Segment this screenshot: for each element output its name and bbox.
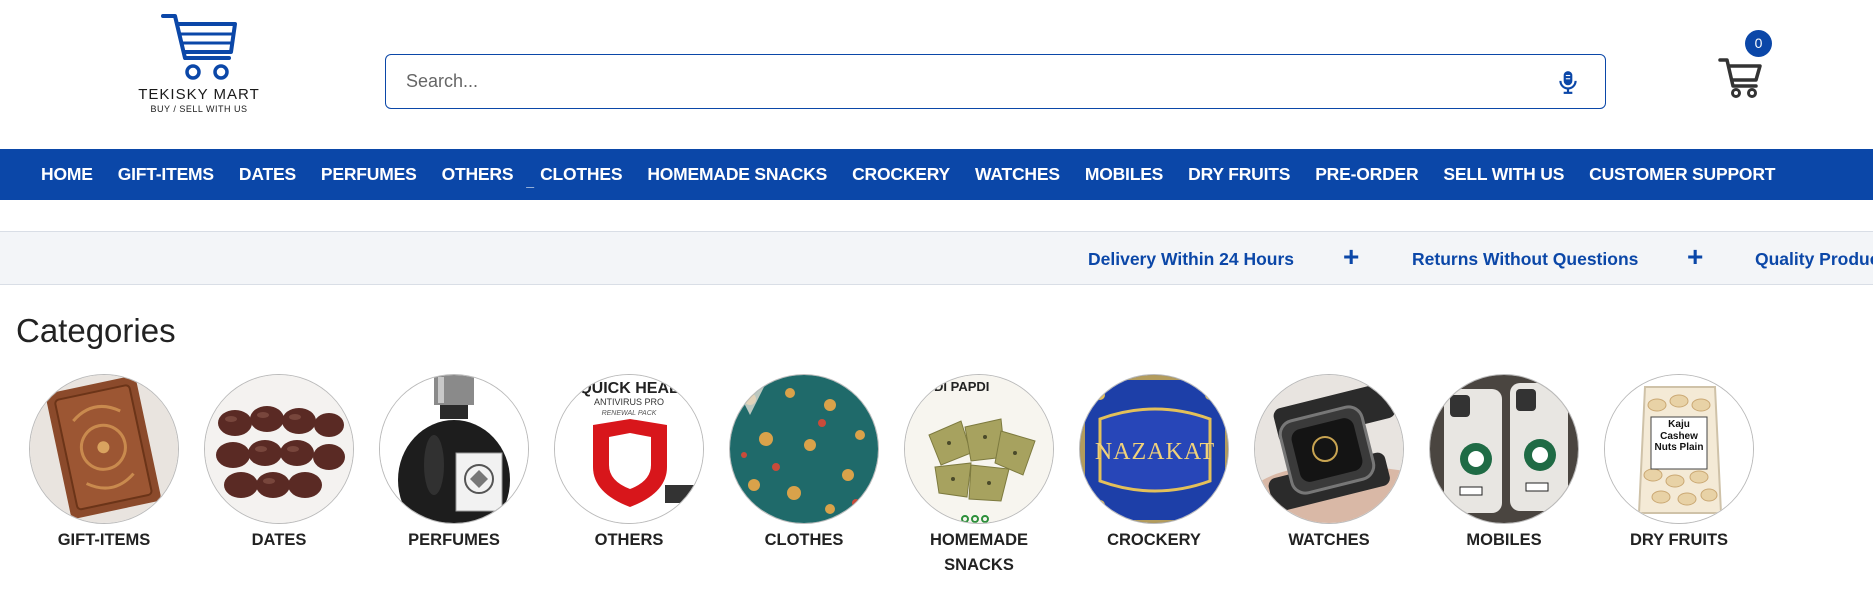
category-label: GIFT-ITEMS xyxy=(57,531,151,549)
category-dates[interactable]: DATES xyxy=(204,374,354,553)
category-label: PERFUMES xyxy=(408,531,500,549)
category-image[interactable] xyxy=(1254,374,1404,524)
logo-tagline: BUY / SELL WITH US xyxy=(150,104,248,114)
category-mobiles[interactable]: MOBILES xyxy=(1429,374,1579,553)
site-logo[interactable]: TEKISKY MART BUY / SELL WITH US xyxy=(128,12,270,120)
category-label: MOBILES xyxy=(1466,531,1542,549)
category-label: DRY FRUITS xyxy=(1629,531,1729,549)
category-image[interactable]: Kaju Cashew Nuts Plain xyxy=(1604,374,1754,524)
category-crockery[interactable]: NAZAKAT CROCKERY xyxy=(1079,374,1229,553)
nav-item-dates[interactable]: DATES xyxy=(239,164,296,185)
image-text: ANTIVIRUS PRO xyxy=(594,397,664,407)
image-text: QUICK HEAL xyxy=(579,380,679,397)
cart-logo-icon xyxy=(161,14,237,80)
nav-item-others[interactable]: OTHERS xyxy=(442,164,514,185)
main-nav: HOME GIFT-ITEMS DATES PERFUMES OTHERS _ … xyxy=(0,149,1873,200)
category-clothes[interactable]: CLOTHES xyxy=(729,374,879,553)
category-image[interactable] xyxy=(729,374,879,524)
nav-item-homemade-snacks[interactable]: HOMEMADE SNACKS xyxy=(647,164,827,185)
image-text: NDI PAPDI xyxy=(925,379,990,394)
nav-dropdown-marker[interactable]: _ xyxy=(526,173,534,189)
nav-item-perfumes[interactable]: PERFUMES xyxy=(321,164,417,185)
category-label: HOMEMADE SNACKS xyxy=(929,531,1029,574)
cart-icon[interactable] xyxy=(1718,56,1762,98)
category-dry-fruits[interactable]: Kaju Cashew Nuts Plain DRY FRUITS xyxy=(1604,374,1754,553)
category-label: OTHERS xyxy=(594,531,664,549)
nav-item-crockery[interactable]: CROCKERY xyxy=(852,164,950,185)
feature-delivery: Delivery Within 24 Hours xyxy=(1088,249,1295,269)
feature-returns: Returns Without Questions xyxy=(1412,249,1639,269)
category-image[interactable] xyxy=(204,374,354,524)
features-strip: Delivery Within 24 Hours + Returns Witho… xyxy=(0,231,1873,285)
category-image[interactable] xyxy=(29,374,179,524)
logo-brand: TEKISKY MART xyxy=(138,86,260,103)
category-label: CLOTHES xyxy=(764,531,844,549)
nav-item-watches[interactable]: WATCHES xyxy=(975,164,1060,185)
nav-item-gift-items[interactable]: GIFT-ITEMS xyxy=(118,164,214,185)
nav-item-customer-support[interactable]: CUSTOMER SUPPORT xyxy=(1589,164,1775,185)
site-header: TEKISKY MART BUY / SELL WITH US 0 xyxy=(0,0,1873,149)
cart-count-badge: 0 xyxy=(1745,30,1772,57)
microphone-icon[interactable] xyxy=(1555,69,1581,95)
feature-quality: Quality Produc xyxy=(1755,249,1873,269)
category-perfumes[interactable]: PERFUMES xyxy=(379,374,529,553)
nav-item-dry-fruits[interactable]: DRY FRUITS xyxy=(1188,164,1290,185)
categories-heading: Categories xyxy=(16,312,176,349)
category-label: WATCHES xyxy=(1288,531,1370,549)
category-gift-items[interactable]: GIFT-ITEMS xyxy=(29,374,179,553)
category-image[interactable] xyxy=(379,374,529,524)
category-image[interactable] xyxy=(1429,374,1579,524)
search-box xyxy=(385,54,1606,109)
nav-item-pre-order[interactable]: PRE-ORDER xyxy=(1315,164,1418,185)
category-label: CROCKERY xyxy=(1107,531,1201,549)
image-text: Kaju Cashew Nuts Plain xyxy=(1654,419,1704,453)
category-image[interactable]: NDI PAPDI xyxy=(904,374,1054,524)
category-homemade-snacks[interactable]: NDI PAPDI HOMEMADE SNACKS xyxy=(904,374,1054,578)
category-watches[interactable]: WATCHES xyxy=(1254,374,1404,553)
plus-icon: + xyxy=(1343,241,1360,272)
nav-item-home[interactable]: HOME xyxy=(41,164,93,185)
image-text: RENEWAL PACK xyxy=(602,410,657,417)
nav-item-mobiles[interactable]: MOBILES xyxy=(1085,164,1164,185)
category-label: DATES xyxy=(251,531,307,549)
search-input[interactable] xyxy=(386,55,1526,107)
nav-item-clothes[interactable]: CLOTHES xyxy=(540,164,622,185)
plus-icon: + xyxy=(1687,241,1704,272)
nav-item-sell-with-us[interactable]: SELL WITH US xyxy=(1443,164,1564,185)
category-others[interactable]: QUICK HEAL ANTIVIRUS PRO RENEWAL PACK OT… xyxy=(554,374,704,553)
category-image[interactable]: QUICK HEAL ANTIVIRUS PRO RENEWAL PACK xyxy=(554,374,704,524)
image-text: NAZAKAT xyxy=(1095,439,1215,465)
category-image[interactable]: NAZAKAT xyxy=(1079,374,1229,524)
